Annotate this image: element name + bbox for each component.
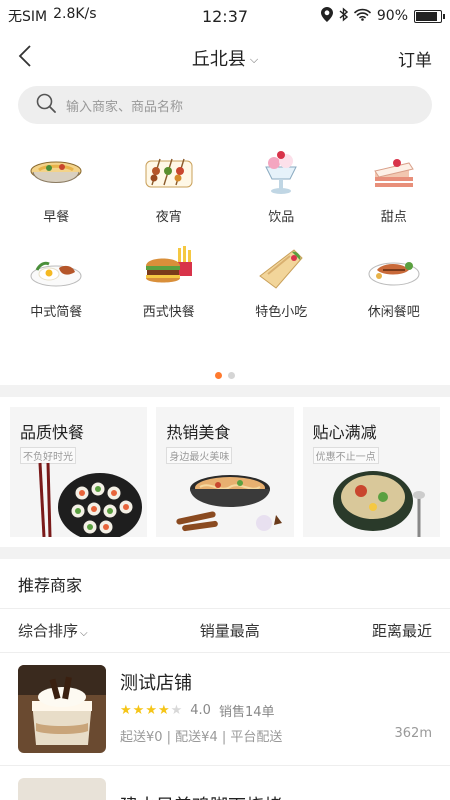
section-divider bbox=[0, 385, 450, 397]
category-label: 饮品 bbox=[268, 210, 295, 225]
location-label[interactable]: 丘北县 bbox=[192, 49, 246, 70]
chevron-left-icon bbox=[18, 44, 31, 67]
category-label: 休闲餐吧 bbox=[367, 305, 420, 320]
noodle-bowl-icon bbox=[176, 475, 283, 532]
promo-title: 热销美食 bbox=[166, 423, 231, 442]
category-label: 甜点 bbox=[380, 210, 407, 225]
promo-hot-food[interactable]: 热销美食 身边最火美味 bbox=[156, 407, 294, 537]
skewers-icon bbox=[142, 148, 196, 198]
star-filled-icon: ★ bbox=[132, 703, 145, 718]
star-filled-icon: ★ bbox=[145, 703, 157, 718]
star-empty-icon: ★ bbox=[170, 703, 183, 718]
category-label: 夜宵 bbox=[155, 210, 182, 225]
nav-bar: 丘北县 ⌵ 订单 bbox=[0, 32, 450, 84]
section-title: 推荐商家 bbox=[0, 559, 450, 609]
category-grid: 早餐 夜宵 饮品 甜点 中式简餐 西式快餐 特色小吃 休闲餐吧 bbox=[0, 148, 450, 320]
category-breakfast[interactable]: 早餐 bbox=[0, 148, 113, 225]
sort-default-dropdown[interactable]: 综合排序 ⌵ bbox=[18, 620, 88, 641]
promo-title: 贴心满减 bbox=[312, 423, 377, 442]
category-label: 西式快餐 bbox=[142, 305, 195, 320]
rating-value: 4.0 bbox=[190, 703, 211, 718]
carousel-dot-2[interactable] bbox=[228, 372, 235, 379]
sushi-platter-icon bbox=[38, 462, 142, 537]
category-label: 特色小吃 bbox=[255, 305, 308, 320]
promo-row: 品质快餐 不负好时光 热销美食 身边最火美味 贴心满减 优惠不止一点 bbox=[0, 397, 450, 537]
category-drinks[interactable]: 饮品 bbox=[225, 148, 338, 225]
cake-slice-icon bbox=[367, 148, 421, 198]
sort-default-label[interactable]: 综合排序 bbox=[18, 622, 78, 640]
delivery-info: 起送¥0 | 配送¥4 | 平台配送 bbox=[120, 730, 283, 745]
ice-cream-sundae-icon bbox=[254, 148, 308, 198]
network-speed: 2.8K/s bbox=[53, 6, 97, 22]
shop-item[interactable]: 建水风美鸡脚下烧烤 bbox=[0, 766, 450, 800]
promo-discount[interactable]: 贴心满减 优惠不止一点 bbox=[302, 407, 440, 537]
category-chinese-meal[interactable]: 中式简餐 bbox=[0, 243, 113, 320]
search-input[interactable]: 输入商家、商品名称 bbox=[66, 96, 183, 115]
shop-thumbnail bbox=[18, 665, 106, 753]
steak-plate-icon bbox=[367, 243, 421, 293]
shop-name[interactable]: 测试店铺 bbox=[120, 669, 432, 695]
fried-egg-plate-icon bbox=[29, 243, 83, 293]
location-icon bbox=[320, 6, 333, 26]
star-filled-icon: ★ bbox=[120, 703, 132, 718]
carrier-label: 无SIM bbox=[8, 9, 48, 25]
sort-by-sales[interactable]: 销量最高 bbox=[200, 620, 260, 641]
bluetooth-icon bbox=[339, 6, 348, 26]
promo-title: 品质快餐 bbox=[20, 423, 85, 442]
promo-quality-fastfood[interactable]: 品质快餐 不负好时光 bbox=[10, 407, 148, 537]
distance: 362m bbox=[394, 726, 432, 741]
sales-count: 销售14单 bbox=[218, 705, 275, 720]
wifi-icon bbox=[354, 8, 371, 25]
battery-percent: 90% bbox=[376, 8, 408, 24]
category-western-fastfood[interactable]: 西式快餐 bbox=[113, 243, 226, 320]
category-casual-dining[interactable]: 休闲餐吧 bbox=[338, 243, 450, 320]
search-icon bbox=[36, 93, 56, 117]
back-button[interactable] bbox=[18, 44, 48, 72]
category-dessert[interactable]: 甜点 bbox=[338, 148, 450, 225]
category-label: 中式简餐 bbox=[30, 305, 83, 320]
sort-bar: 综合排序 ⌵ 销量最高 距离最近 bbox=[0, 609, 450, 653]
orders-button[interactable]: 订单 bbox=[398, 46, 432, 71]
search-bar[interactable]: 输入商家、商品名称 bbox=[18, 86, 432, 124]
burger-fries-icon bbox=[142, 243, 196, 293]
battery-icon bbox=[414, 9, 445, 23]
section-divider bbox=[0, 547, 450, 559]
rating-stars: ★ ★ ★ ★ ★ bbox=[120, 704, 182, 717]
shop-thumbnail bbox=[18, 778, 106, 800]
carousel-dot-1[interactable] bbox=[215, 372, 222, 379]
category-label: 早餐 bbox=[43, 210, 70, 225]
carousel-indicator bbox=[0, 372, 450, 379]
noodle-bowl-icon bbox=[29, 148, 83, 198]
shop-item[interactable]: 测试店铺 ★ ★ ★ ★ ★ 4.0 销售14单 起送¥0 | 配送¥4 | 平台配送 … bbox=[0, 653, 450, 766]
shop-name[interactable]: 建水风美鸡脚下烧烤 bbox=[120, 778, 282, 800]
chevron-down-icon: ⌵ bbox=[80, 628, 88, 639]
wrap-icon bbox=[254, 243, 308, 293]
location-selector[interactable]: 丘北县 ⌵ bbox=[0, 45, 450, 71]
soup-bowl-icon bbox=[332, 471, 425, 537]
category-late-night[interactable]: 夜宵 bbox=[113, 148, 226, 225]
sort-by-distance[interactable]: 距离最近 bbox=[372, 620, 432, 641]
category-snacks[interactable]: 特色小吃 bbox=[225, 243, 338, 320]
star-filled-icon: ★ bbox=[157, 703, 170, 718]
status-bar: 无SIM 2.8K/s 12:37 90% bbox=[0, 0, 450, 32]
chevron-down-icon: ⌵ bbox=[249, 53, 259, 66]
